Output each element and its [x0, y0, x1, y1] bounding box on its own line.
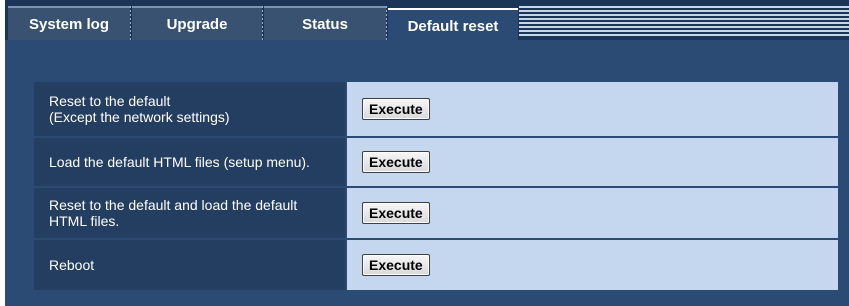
row-label: Load the default HTML files (setup menu)…: [32, 136, 347, 188]
row-action: Execute: [345, 136, 840, 188]
tab-divider: [386, 6, 387, 40]
row-label-line2: HTML files.: [49, 213, 120, 229]
execute-load-html-button[interactable]: Execute: [362, 151, 430, 173]
settings-row-reset-default: Reset to the default (Except the network…: [32, 80, 840, 138]
tab-status[interactable]: Status: [264, 6, 386, 40]
row-action: Execute: [345, 186, 840, 240]
settings-table: Reset to the default (Except the network…: [32, 80, 840, 292]
settings-row-load-html: Load the default HTML files (setup menu)…: [32, 136, 840, 188]
tab-upgrade[interactable]: Upgrade: [132, 6, 262, 40]
tab-label: Status: [302, 15, 348, 33]
settings-row-reset-and-load: Reset to the default and load the defaul…: [32, 186, 840, 240]
default-reset-panel: Reset to the default (Except the network…: [5, 40, 849, 306]
tab-bar: System log Upgrade Status Default reset: [5, 0, 849, 42]
tab-label: Upgrade: [166, 15, 228, 33]
settings-window: System log Upgrade Status Default reset …: [5, 0, 849, 306]
row-label-line1: Reset to the default: [49, 93, 171, 109]
settings-row-reboot: Reboot Execute: [32, 238, 840, 292]
tab-label: Default reset: [407, 17, 499, 35]
row-label-line2: (Except the network settings): [49, 109, 230, 125]
tab-label: System log: [28, 15, 110, 33]
execute-reboot-button[interactable]: Execute: [362, 254, 430, 276]
execute-reset-and-load-button[interactable]: Execute: [362, 202, 430, 224]
execute-reset-default-button[interactable]: Execute: [362, 98, 430, 120]
row-label-line1: Reboot: [49, 257, 95, 273]
row-label: Reset to the default (Except the network…: [32, 80, 347, 138]
tab-default-reset[interactable]: Default reset: [388, 8, 518, 42]
tab-bar-stripes: [519, 6, 849, 36]
row-label: Reset to the default and load the defaul…: [32, 186, 347, 240]
row-action: Execute: [345, 238, 840, 292]
row-action: Execute: [345, 80, 840, 138]
tab-divider: [130, 6, 131, 40]
row-label: Reboot: [32, 238, 347, 292]
row-label-line1: Load the default HTML files (setup menu)…: [49, 154, 310, 170]
tab-divider: [262, 6, 263, 40]
tab-system-log[interactable]: System log: [8, 6, 130, 40]
row-label-line1: Reset to the default and load the defaul…: [49, 197, 298, 213]
